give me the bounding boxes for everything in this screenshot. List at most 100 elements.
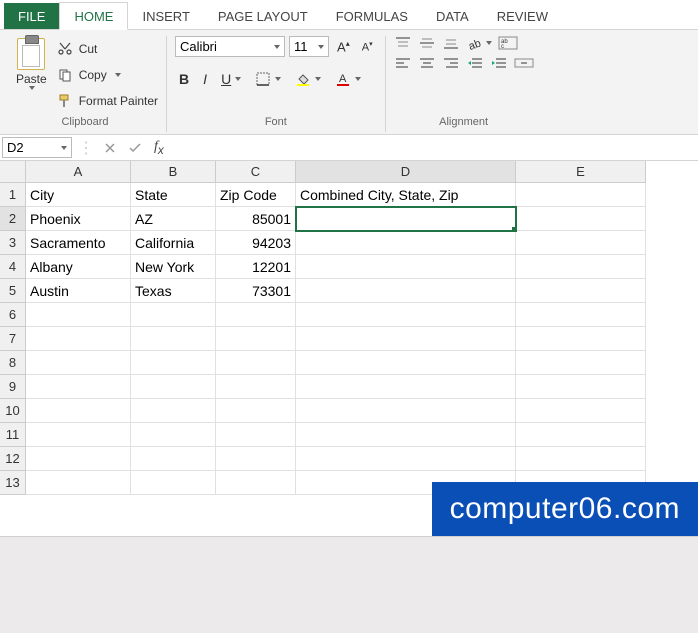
row-header-10[interactable]: 10 <box>0 399 26 423</box>
cancel-formula-button[interactable] <box>102 140 118 156</box>
borders-button[interactable] <box>251 69 285 89</box>
cell-A1[interactable]: City <box>26 183 131 207</box>
cell-D4[interactable] <box>296 255 516 279</box>
row-header-5[interactable]: 5 <box>0 279 26 303</box>
cell-E11[interactable] <box>516 423 646 447</box>
increase-indent-button[interactable] <box>490 56 508 70</box>
tab-file[interactable]: FILE <box>4 3 59 29</box>
row-header-8[interactable]: 8 <box>0 351 26 375</box>
cell-D1[interactable]: Combined City, State, Zip <box>296 183 516 207</box>
font-name-select[interactable]: Calibri <box>175 36 285 57</box>
decrease-indent-button[interactable] <box>466 56 484 70</box>
cell-C1[interactable]: Zip Code <box>216 183 296 207</box>
tab-home[interactable]: HOME <box>59 2 128 30</box>
wrap-text-button[interactable]: abc <box>498 36 518 50</box>
cell-A4[interactable]: Albany <box>26 255 131 279</box>
cell-A8[interactable] <box>26 351 131 375</box>
cell-E4[interactable] <box>516 255 646 279</box>
cell-C13[interactable] <box>216 471 296 495</box>
tab-formulas[interactable]: FORMULAS <box>322 3 422 29</box>
cell-D5[interactable] <box>296 279 516 303</box>
cell-B6[interactable] <box>131 303 216 327</box>
cell-E8[interactable] <box>516 351 646 375</box>
align-left-button[interactable] <box>394 56 412 70</box>
cell-A11[interactable] <box>26 423 131 447</box>
row-header-7[interactable]: 7 <box>0 327 26 351</box>
cell-E10[interactable] <box>516 399 646 423</box>
font-color-button[interactable]: A <box>331 69 365 89</box>
cell-A10[interactable] <box>26 399 131 423</box>
column-header-B[interactable]: B <box>131 161 216 183</box>
cell-E1[interactable] <box>516 183 646 207</box>
column-header-C[interactable]: C <box>216 161 296 183</box>
align-right-button[interactable] <box>442 56 460 70</box>
row-header-4[interactable]: 4 <box>0 255 26 279</box>
underline-button[interactable]: U <box>217 69 245 89</box>
cell-B11[interactable] <box>131 423 216 447</box>
cell-C12[interactable] <box>216 447 296 471</box>
cell-D8[interactable] <box>296 351 516 375</box>
cell-D2[interactable] <box>296 207 516 231</box>
cell-E2[interactable] <box>516 207 646 231</box>
cell-C9[interactable] <box>216 375 296 399</box>
cell-D3[interactable] <box>296 231 516 255</box>
fill-color-button[interactable] <box>291 69 325 89</box>
paste-button[interactable]: Paste <box>12 36 51 114</box>
row-header-9[interactable]: 9 <box>0 375 26 399</box>
align-center-button[interactable] <box>418 56 436 70</box>
cell-A6[interactable] <box>26 303 131 327</box>
bold-button[interactable]: B <box>175 69 193 89</box>
merge-center-button[interactable] <box>514 56 534 70</box>
cell-B10[interactable] <box>131 399 216 423</box>
cell-A5[interactable]: Austin <box>26 279 131 303</box>
cell-A13[interactable] <box>26 471 131 495</box>
enter-formula-button[interactable] <box>126 140 144 156</box>
cell-A9[interactable] <box>26 375 131 399</box>
cell-C8[interactable] <box>216 351 296 375</box>
cut-button[interactable]: Cut <box>57 39 158 59</box>
cell-B3[interactable]: California <box>131 231 216 255</box>
cell-B8[interactable] <box>131 351 216 375</box>
orientation-button[interactable]: ab <box>466 36 492 50</box>
tab-page-layout[interactable]: PAGE LAYOUT <box>204 3 322 29</box>
row-header-2[interactable]: 2 <box>0 207 26 231</box>
name-box[interactable]: D2 <box>2 137 72 158</box>
cell-B12[interactable] <box>131 447 216 471</box>
align-bottom-button[interactable] <box>442 36 460 50</box>
cell-C3[interactable]: 94203 <box>216 231 296 255</box>
cell-C5[interactable]: 73301 <box>216 279 296 303</box>
cell-E9[interactable] <box>516 375 646 399</box>
cell-E5[interactable] <box>516 279 646 303</box>
formula-input[interactable] <box>170 135 698 160</box>
cell-B13[interactable] <box>131 471 216 495</box>
cell-B9[interactable] <box>131 375 216 399</box>
cell-D10[interactable] <box>296 399 516 423</box>
cell-E6[interactable] <box>516 303 646 327</box>
decrease-font-size-button[interactable]: A▾ <box>358 38 377 56</box>
cell-D6[interactable] <box>296 303 516 327</box>
cell-C2[interactable]: 85001 <box>216 207 296 231</box>
cell-D12[interactable] <box>296 447 516 471</box>
cell-D11[interactable] <box>296 423 516 447</box>
cell-A7[interactable] <box>26 327 131 351</box>
row-header-1[interactable]: 1 <box>0 183 26 207</box>
cell-C7[interactable] <box>216 327 296 351</box>
row-header-3[interactable]: 3 <box>0 231 26 255</box>
cell-B5[interactable]: Texas <box>131 279 216 303</box>
cell-B4[interactable]: New York <box>131 255 216 279</box>
column-header-D[interactable]: D <box>296 161 516 183</box>
copy-button[interactable]: Copy <box>57 65 158 85</box>
select-all-corner[interactable] <box>0 161 26 183</box>
format-painter-button[interactable]: Format Painter <box>57 91 158 111</box>
cell-E7[interactable] <box>516 327 646 351</box>
tab-review[interactable]: REVIEW <box>483 3 562 29</box>
cell-A12[interactable] <box>26 447 131 471</box>
align-middle-button[interactable] <box>418 36 436 50</box>
cell-B7[interactable] <box>131 327 216 351</box>
italic-button[interactable]: I <box>199 69 211 89</box>
cell-B2[interactable]: AZ <box>131 207 216 231</box>
row-header-12[interactable]: 12 <box>0 447 26 471</box>
cell-D7[interactable] <box>296 327 516 351</box>
cell-D9[interactable] <box>296 375 516 399</box>
increase-font-size-button[interactable]: A▴ <box>333 37 354 56</box>
